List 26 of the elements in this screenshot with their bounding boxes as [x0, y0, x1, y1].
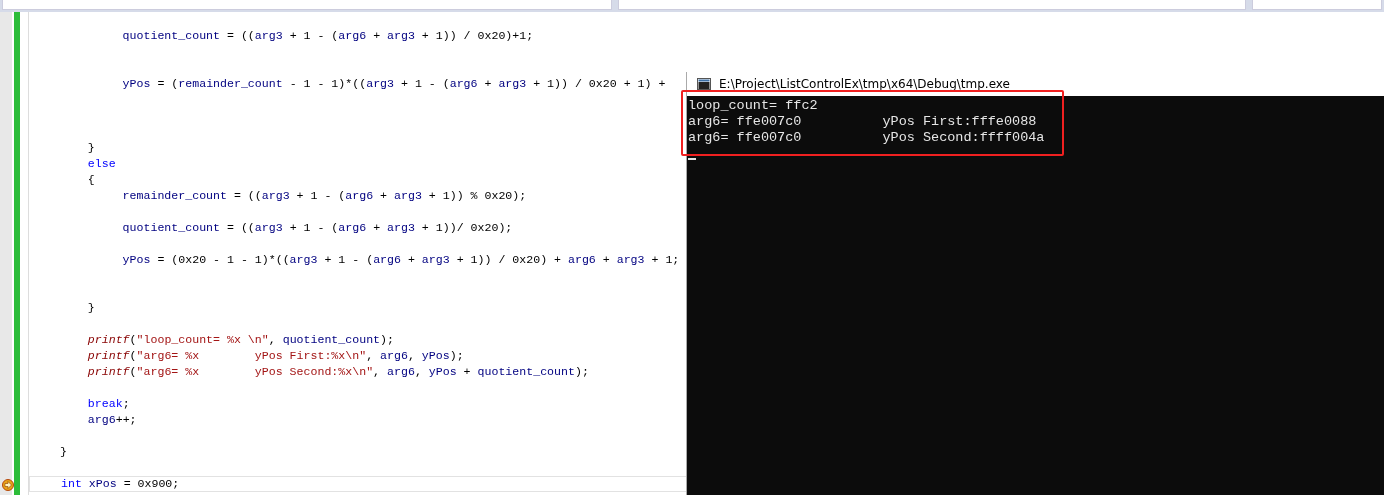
dropdown[interactable]: [1252, 0, 1382, 10]
code-line: {: [86, 172, 95, 188]
code-line: quotient_count = ((arg3 + 1 - (arg6 + arg3 + 1)) / 0x20)+1;: [121, 28, 534, 44]
code-line: else: [86, 156, 116, 172]
code-line: arg6++;: [86, 412, 137, 428]
code-line: }: [86, 140, 95, 156]
console-output-line: loop_count= ffc2: [688, 98, 819, 114]
dropdown[interactable]: [618, 0, 1246, 10]
window-title: E:\Project\ListControlEx\tmp\x64\Debug\tmp.exe: [719, 77, 1010, 91]
code-line: yPos = (0x20 - 1 - 1)*((arg3 + 1 - (arg6 + arg3 + 1)) / 0x20) + arg6 + arg3 + 1;: [121, 252, 680, 268]
code-line: printf("arg6= %x yPos First:%x\n", arg6, yPos);: [86, 348, 464, 364]
dropdown[interactable]: [2, 0, 612, 10]
code-line: int xPos = 0x900;: [61, 476, 180, 492]
code-line: }: [86, 300, 95, 316]
code-line: yPos = (remainder_count - 1 - 1)*((arg3 + 1 - (arg6 + arg3 + 1)) / 0x20 + 1) +: [121, 76, 666, 92]
text-cursor: [688, 158, 696, 160]
code-line: printf("arg6= %x yPos Second:%x\n", arg6, yPos + quotient_count);: [86, 364, 589, 380]
code-line: remainder_count = ((arg3 + 1 - (arg6 + arg3 + 1)) % 0x20);: [121, 188, 527, 204]
console-output-line: arg6= ffe007c0 yPos Second:ffff004a: [688, 130, 1045, 146]
current-line-arrow-icon: [2, 479, 14, 491]
console-output-line: arg6= ffe007c0 yPos First:fffe0088: [688, 114, 1038, 130]
code-line: break;: [86, 396, 130, 412]
code-line: quotient_count = ((arg3 + 1 - (arg6 + arg3 + 1))/ 0x20);: [121, 220, 513, 236]
code-line: printf("loop_count= %x \n", quotient_count);: [86, 332, 394, 348]
console-app-icon: [697, 78, 711, 90]
code-line: }: [60, 444, 67, 460]
